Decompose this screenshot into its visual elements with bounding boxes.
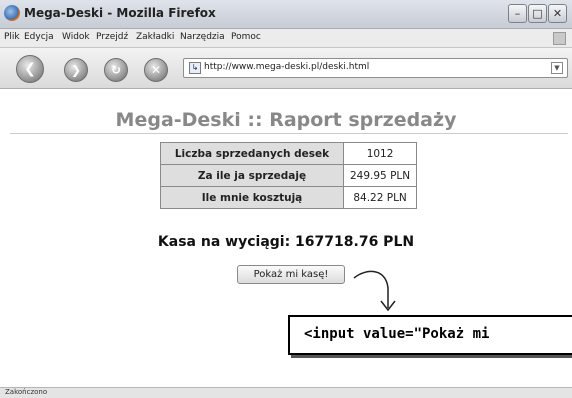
show-cash-button[interactable]: Pokaż mi kasę! bbox=[237, 265, 345, 284]
status-bar: Zakończono bbox=[0, 387, 572, 398]
menu-bar: Plik Edycja Widok Przejdź Zakładki Narzę… bbox=[0, 29, 572, 48]
sales-table: Liczba sprzedanych desek 1012 Za ile ja … bbox=[160, 142, 418, 209]
annotation-arrow-icon bbox=[353, 270, 396, 312]
url-input[interactable]: http://www.mega-deski.pl/deski.html bbox=[204, 62, 369, 72]
minimize-button[interactable]: – bbox=[508, 4, 527, 23]
code-annotation-text: <input value="Pokaż mi bbox=[304, 326, 490, 342]
status-text: Zakończono bbox=[5, 388, 48, 396]
table-row: Liczba sprzedanych desek 1012 bbox=[160, 142, 418, 165]
row-value: 1012 bbox=[342, 142, 418, 165]
menu-widok[interactable]: Widok bbox=[62, 32, 90, 42]
close-button[interactable]: ✕ bbox=[548, 4, 567, 23]
address-bar[interactable]: ↳ http://www.mega-deski.pl/deski.html ▼ bbox=[183, 58, 568, 78]
page-icon: ↳ bbox=[189, 62, 201, 74]
window-title: Mega-Deski - Mozilla Firefox bbox=[24, 6, 216, 20]
page-title: Mega-Deski :: Raport sprzedaży bbox=[115, 109, 457, 131]
maximize-button[interactable]: □ bbox=[528, 4, 547, 23]
menu-zakladki[interactable]: Zakładki bbox=[136, 32, 174, 42]
menu-przejdz[interactable]: Przejdź bbox=[96, 32, 128, 42]
table-row: Za ile ja sprzedaję 249.95 PLN bbox=[160, 164, 418, 187]
table-row: Ile mnie kosztują 84.22 PLN bbox=[160, 186, 418, 209]
menu-plik[interactable]: Plik bbox=[4, 32, 20, 42]
title-bar: Mega-Deski - Mozilla Firefox – □ ✕ bbox=[0, 0, 572, 29]
menu-pomoc[interactable]: Pomoc bbox=[231, 32, 261, 42]
row-label: Za ile ja sprzedaję bbox=[160, 164, 344, 187]
row-value: 84.22 PLN bbox=[342, 186, 418, 209]
menu-narzedzia[interactable]: Narzędzia bbox=[180, 32, 225, 42]
menu-edycja[interactable]: Edycja bbox=[24, 32, 54, 42]
row-label: Liczba sprzedanych desek bbox=[160, 142, 344, 165]
reload-icon[interactable]: ↻ bbox=[104, 58, 128, 82]
row-value: 249.95 PLN bbox=[342, 164, 418, 187]
code-annotation-box: <input value="Pokaż mi bbox=[288, 315, 572, 355]
title-divider bbox=[10, 133, 568, 134]
forward-arrow-icon[interactable]: ❯ bbox=[64, 58, 88, 82]
browser-window: Mega-Deski - Mozilla Firefox – □ ✕ Plik … bbox=[0, 0, 572, 398]
row-label: Ile mnie kosztują bbox=[160, 186, 344, 209]
back-arrow-icon[interactable]: ❮ bbox=[16, 55, 44, 83]
total-cash-text: Kasa na wyciągi: 167718.76 PLN bbox=[157, 234, 415, 250]
throbber-icon bbox=[553, 32, 566, 45]
firefox-icon bbox=[4, 5, 20, 21]
dropdown-arrow-icon[interactable]: ▼ bbox=[551, 62, 563, 74]
stop-icon[interactable]: ✕ bbox=[144, 58, 168, 82]
